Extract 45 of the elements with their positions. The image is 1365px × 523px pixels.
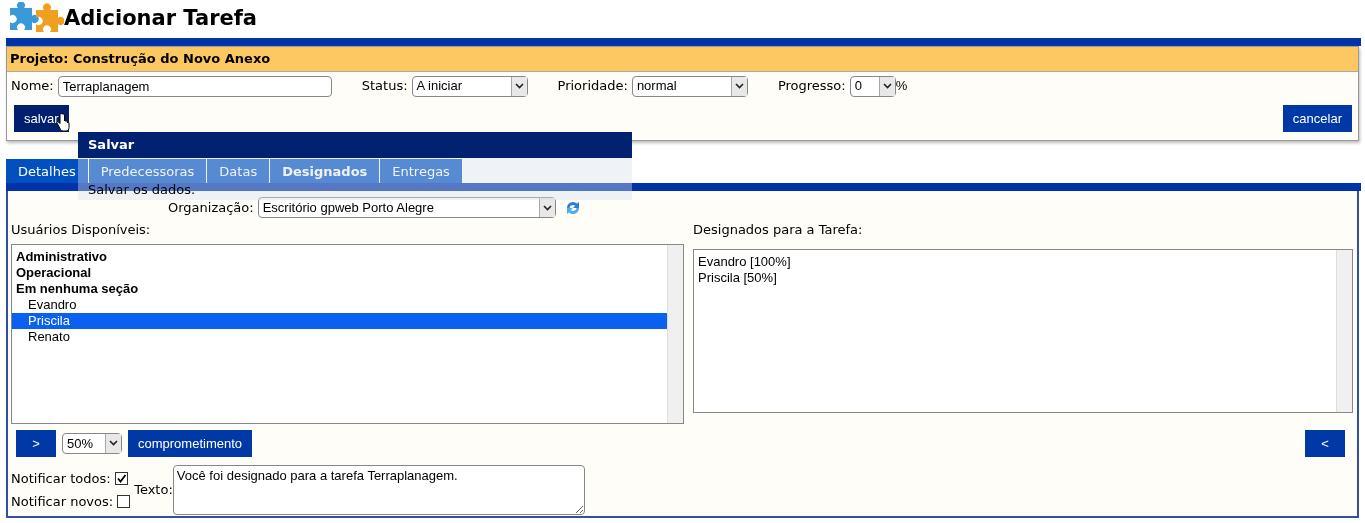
remove-button[interactable]: < (1305, 429, 1345, 457)
name-field[interactable]: Terraplanagem (57, 75, 332, 97)
page-title: Adicionar Tarefa (64, 5, 258, 33)
chevron-down-icon[interactable] (882, 83, 892, 89)
scrollbar[interactable] (1336, 249, 1352, 412)
cancel-button[interactable]: cancelar (1282, 104, 1352, 132)
chevron-down-icon[interactable] (514, 83, 524, 89)
tab[interactable]: Detalhes (6, 158, 89, 183)
tooltip-title: Salvar (78, 132, 632, 158)
checkbox[interactable] (114, 471, 128, 485)
chevron-down-icon[interactable] (542, 204, 552, 211)
user-item[interactable]: Evandro (12, 296, 667, 313)
scrollbar[interactable] (667, 244, 683, 423)
chevron-down-icon[interactable] (109, 440, 118, 447)
dropdown[interactable]: normal (631, 75, 748, 97)
dropdown[interactable]: 0 (849, 75, 896, 97)
field-label: Status: (361, 77, 408, 96)
checkbox[interactable] (117, 495, 131, 509)
field-label: Texto: (134, 481, 173, 500)
message-field[interactable]: Você foi designado para a tarefa Terraplanagem. (172, 465, 585, 515)
add-button[interactable]: > (16, 429, 56, 457)
assigned-item[interactable]: Evandro [100%] (694, 253, 1336, 270)
percent-dropdown[interactable]: 50% (62, 432, 122, 454)
user-item[interactable]: Priscila (12, 312, 667, 329)
list-label: Usuários Disponíveis: (11, 221, 152, 239)
percent-sign: % (895, 77, 908, 96)
field-label: Organização: (168, 198, 254, 217)
field-label: Prioridade: (557, 77, 628, 96)
checkbox-label: Notificar novos: (11, 493, 114, 511)
assigned-item[interactable]: Priscila [50%] (694, 269, 1336, 286)
dropdown[interactable]: A iniciar (411, 75, 528, 97)
organization-dropdown[interactable]: Escritório gpweb Porto Alegre (257, 197, 556, 218)
user-item[interactable]: Renato (12, 328, 667, 345)
field-label: Progresso: (777, 77, 846, 96)
group-item[interactable]: Em nenhuma seção (12, 280, 667, 297)
commitment-button[interactable]: comprometimento (128, 429, 253, 457)
group-item[interactable]: Administrativo (12, 248, 667, 265)
list-label: Designados para a Tarefa: (693, 221, 864, 239)
project-header: Projeto: Construção do Novo Anexo (7, 47, 1358, 72)
chevron-down-icon[interactable] (734, 83, 744, 89)
group-item[interactable]: Operacional (12, 264, 667, 281)
checkbox-label: Notificar todos: (11, 469, 111, 488)
assigned-listbox[interactable]: Evandro [100%] Priscila [50%] (693, 248, 1353, 413)
field-label: Nome: (11, 77, 54, 96)
user-listbox[interactable]: Administrativo Operacional Em nenhuma seção Evandro Priscila Renato (11, 243, 684, 424)
